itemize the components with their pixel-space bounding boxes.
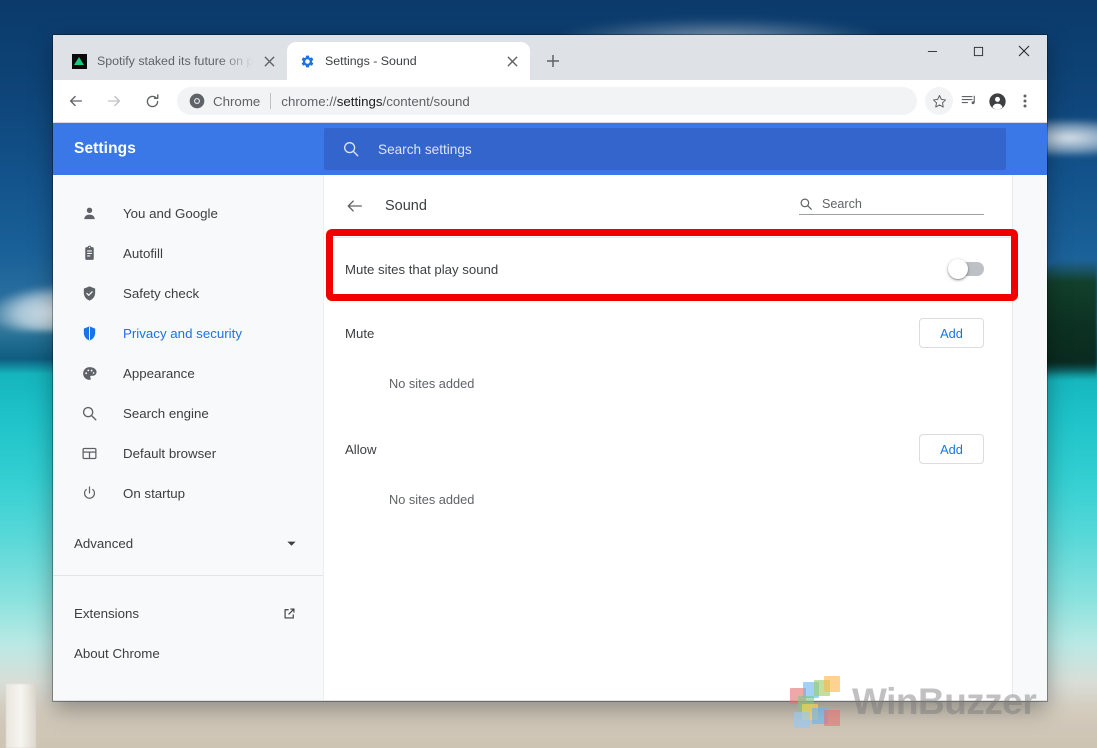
- mute-sites-toggle[interactable]: [948, 259, 984, 279]
- chrome-logo-icon: [189, 93, 205, 109]
- power-icon: [79, 483, 99, 503]
- add-allow-site-button[interactable]: Add: [919, 434, 984, 464]
- sidebar-item-you-and-google[interactable]: You and Google: [53, 193, 323, 233]
- sound-page-header: Sound: [324, 175, 1012, 238]
- tab-strip: Spotify staked its future on podca Setti…: [53, 35, 1047, 80]
- close-button[interactable]: [1001, 35, 1047, 67]
- sidebar-item-about-chrome[interactable]: About Chrome: [53, 633, 323, 673]
- maximize-button[interactable]: [955, 35, 1001, 67]
- allow-section-header: Allow Add: [324, 416, 1012, 482]
- sidebar-link-label: About Chrome: [74, 645, 160, 661]
- mute-empty-text: No sites added: [389, 376, 475, 391]
- palette-icon: [79, 363, 99, 383]
- three-dot-menu-icon[interactable]: [1011, 87, 1039, 115]
- sidebar-item-label: Appearance: [123, 365, 195, 381]
- sidebar-item-search-engine[interactable]: Search engine: [53, 393, 323, 433]
- omnibox-url: chrome://settings/content/sound: [281, 94, 470, 109]
- close-icon[interactable]: [259, 51, 279, 71]
- settings-search-box[interactable]: [324, 128, 1006, 170]
- sidebar-item-privacy-and-security[interactable]: Privacy and security: [53, 313, 323, 353]
- sidebar-item-label: Autofill: [123, 245, 163, 261]
- settings-brand-title: Settings: [74, 140, 136, 157]
- sidebar-item-label: Privacy and security: [123, 325, 242, 341]
- gear-icon: [299, 53, 315, 69]
- page-search-box[interactable]: [799, 197, 984, 215]
- sidebar-item-safety-check[interactable]: Safety check: [53, 273, 323, 313]
- close-icon[interactable]: [502, 51, 522, 71]
- allow-empty-text: No sites added: [389, 492, 475, 507]
- section-title: Allow: [345, 441, 377, 457]
- page-search-input[interactable]: [822, 197, 984, 211]
- toggle-knob: [948, 259, 968, 279]
- reload-icon[interactable]: [137, 86, 167, 116]
- url-path: /content/sound: [382, 93, 470, 109]
- bookmark-star-icon[interactable]: [925, 87, 953, 115]
- section-title: Mute: [345, 325, 375, 341]
- search-settings-input[interactable]: [378, 141, 910, 157]
- chevron-down-icon: [286, 538, 297, 549]
- mute-sites-label: Mute sites that play sound: [345, 261, 499, 277]
- sidebar-item-label: You and Google: [123, 205, 218, 221]
- back-arrow-icon[interactable]: [61, 86, 91, 116]
- settings-body: You and Google Autofill Safety check Pri…: [53, 175, 1047, 700]
- new-tab-button[interactable]: [539, 47, 567, 75]
- browser-toolbar: Chrome chrome://settings/content/sound: [53, 80, 1047, 123]
- settings-page: Settings You and Google: [53, 123, 1047, 700]
- tab-title: Settings - Sound: [325, 54, 417, 68]
- person-icon: [79, 203, 99, 223]
- sidebar-item-on-startup[interactable]: On startup: [53, 473, 323, 513]
- sidebar-item-extensions[interactable]: Extensions: [53, 593, 323, 633]
- omnibox-separator: [270, 93, 272, 109]
- sidebar-link-label: Extensions: [74, 605, 140, 621]
- desktop-background: Spotify staked its future on podca Setti…: [0, 0, 1097, 748]
- window-controls: [909, 35, 1047, 67]
- browser-window-icon: [79, 443, 99, 463]
- advanced-label: Advanced: [74, 535, 134, 551]
- profile-avatar-icon[interactable]: [983, 87, 1011, 115]
- sidebar-item-advanced[interactable]: Advanced: [53, 521, 323, 565]
- address-bar[interactable]: Chrome chrome://settings/content/sound: [177, 87, 917, 115]
- sidebar-item-label: Default browser: [123, 445, 217, 461]
- url-prefix: chrome://: [281, 93, 337, 109]
- sidebar-item-label: Search engine: [123, 405, 209, 421]
- sidebar-item-autofill[interactable]: Autofill: [53, 233, 323, 273]
- beach-post-decoration: [6, 684, 36, 748]
- sidebar-item-appearance[interactable]: Appearance: [53, 353, 323, 393]
- sidebar-item-label: Safety check: [123, 285, 200, 301]
- tab-settings-sound[interactable]: Settings - Sound: [287, 42, 530, 80]
- clipboard-icon: [79, 243, 99, 263]
- search-icon: [799, 197, 813, 211]
- sidebar-item-default-browser[interactable]: Default browser: [53, 433, 323, 473]
- url-domain: settings: [336, 93, 383, 109]
- search-icon: [342, 140, 360, 158]
- magnifier-icon: [79, 403, 99, 423]
- settings-sidebar: You and Google Autofill Safety check Pri…: [53, 175, 324, 700]
- tab-title: Spotify staked its future on podca: [97, 54, 255, 68]
- settings-header: Settings: [53, 123, 1047, 175]
- settings-content-area: Sound Mute sites that play sound: [324, 175, 1047, 700]
- sidebar-links: Extensions About Chrome: [53, 576, 323, 673]
- back-arrow-icon[interactable]: [341, 192, 369, 220]
- chrome-browser-window: Spotify staked its future on podca Setti…: [53, 35, 1047, 701]
- shield-icon: [79, 323, 99, 343]
- forward-arrow-icon[interactable]: [99, 86, 129, 116]
- sound-settings-card: Sound Mute sites that play sound: [324, 175, 1013, 700]
- mute-section-header: Mute Add: [324, 300, 1012, 366]
- mute-sites-that-play-sound-row[interactable]: Mute sites that play sound: [324, 238, 1012, 300]
- omnibox-badge-label: Chrome: [213, 93, 261, 109]
- add-mute-site-button[interactable]: Add: [919, 318, 984, 348]
- tab-spotify[interactable]: Spotify staked its future on podca: [59, 42, 287, 80]
- sidebar-item-label: On startup: [123, 485, 186, 501]
- spotify-icon: [71, 53, 87, 69]
- media-playlist-icon[interactable]: [955, 87, 983, 115]
- external-link-icon: [282, 606, 297, 621]
- page-title: Sound: [385, 198, 427, 214]
- shield-check-icon: [79, 283, 99, 303]
- minimize-button[interactable]: [909, 35, 955, 67]
